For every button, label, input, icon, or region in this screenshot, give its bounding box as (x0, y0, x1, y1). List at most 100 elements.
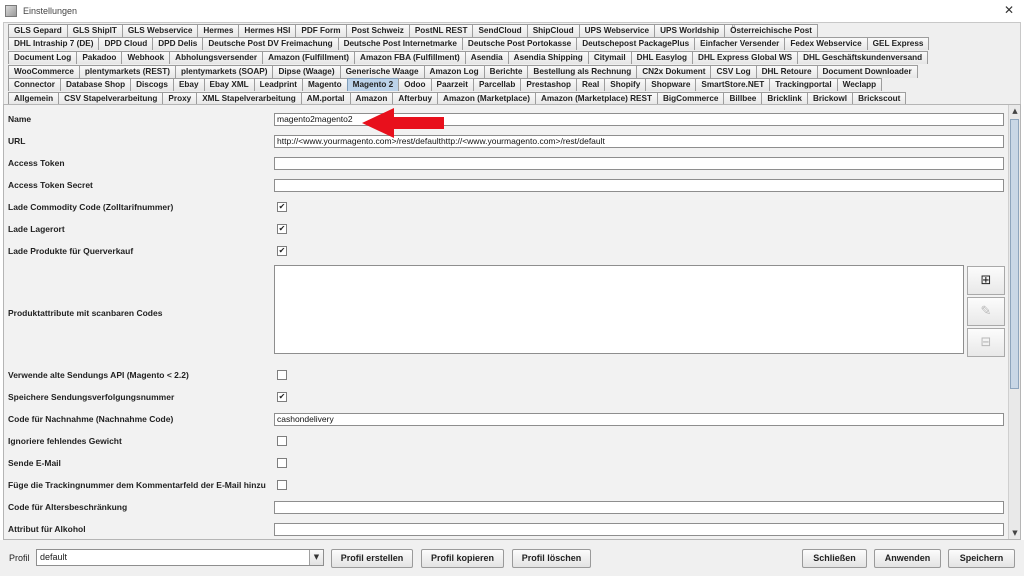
tab-ebay[interactable]: Ebay (172, 78, 205, 91)
tab-hermes-hsi[interactable]: Hermes HSI (238, 24, 297, 37)
ignoriere-gewicht-checkbox[interactable] (277, 436, 287, 446)
tab-asendia[interactable]: Asendia (464, 51, 509, 64)
tab-odoo[interactable]: Odoo (398, 78, 432, 91)
tab-asendia-shipping[interactable]: Asendia Shipping (507, 51, 589, 64)
tab-webhook[interactable]: Webhook (121, 51, 171, 64)
tab-dhl-easylog[interactable]: DHL Easylog (630, 51, 694, 64)
tab-abholungsversender[interactable]: Abholungsversender (169, 51, 264, 64)
tab-document-downloader[interactable]: Document Downloader (816, 65, 918, 78)
tab-weclapp[interactable]: Weclapp (836, 78, 883, 91)
tab-dhl-retoure[interactable]: DHL Retoure (755, 65, 818, 78)
tab-amazon-fba-fulfillment[interactable]: Amazon FBA (Fulfillment) (354, 51, 466, 64)
nachnahme-code-input[interactable]: cashondelivery (274, 413, 1004, 426)
alkohol-input[interactable] (274, 523, 1004, 536)
altersbeschraenkung-label: Code für Altersbeschränkung (8, 502, 128, 512)
tab-gls-shipit[interactable]: GLS ShipIT (66, 24, 123, 37)
tab-prestashop[interactable]: Prestashop (520, 78, 577, 91)
tab-postnl-rest[interactable]: PostNL REST (408, 24, 474, 37)
scroll-down-icon[interactable]: ▼ (1009, 527, 1021, 539)
tab-plentymarkets-soap[interactable]: plentymarkets (SOAP) (175, 65, 274, 78)
tab-dhl-geschäftskundenversand[interactable]: DHL Geschäftskundenversand (797, 51, 929, 64)
tab-amazon-log[interactable]: Amazon Log (423, 65, 485, 78)
tab-cn2x-dokument[interactable]: CN2x Dokument (636, 65, 712, 78)
tab-shopware[interactable]: Shopware (645, 78, 697, 91)
tab-csv-log[interactable]: CSV Log (710, 65, 757, 78)
trackingnummer-kommentar-checkbox[interactable] (277, 480, 287, 490)
alte-api-label: Verwende alte Sendungs API (Magento < 2.… (8, 370, 189, 380)
profil-select[interactable]: default ▼ (36, 549, 324, 566)
tab-gls-gepard[interactable]: GLS Gepard (8, 24, 68, 37)
scroll-thumb[interactable] (1010, 119, 1019, 389)
profil-kopieren-button[interactable]: Profil kopieren (421, 549, 504, 568)
remove-attribute-button[interactable]: ⊟ (967, 328, 1005, 357)
tab-leadprint[interactable]: Leadprint (253, 78, 303, 91)
tab-magento-2[interactable]: Magento 2 (346, 78, 400, 91)
tab-dhl-express-global-ws[interactable]: DHL Express Global WS (692, 51, 799, 64)
tab-pdf-form[interactable]: PDF Form (295, 24, 347, 37)
tab-generische-waage[interactable]: Generische Waage (339, 65, 425, 78)
tab-amazon-fulfillment[interactable]: Amazon (Fulfillment) (262, 51, 356, 64)
tab-deutsche-post-dv-freimachung[interactable]: Deutsche Post DV Freimachung (202, 37, 339, 50)
speichere-sendung-label: Speichere Sendungsverfolgungsnummer (8, 392, 175, 402)
tab-deutsche-post-portokasse[interactable]: Deutsche Post Portokasse (461, 37, 578, 50)
tab-sendcloud[interactable]: SendCloud (472, 24, 528, 37)
scroll-up-icon[interactable]: ▲ (1009, 105, 1021, 117)
lade-lagerort-checkbox[interactable]: ✔ (277, 224, 287, 234)
sende-email-checkbox[interactable] (277, 458, 287, 468)
lade-commodity-checkbox[interactable]: ✔ (277, 202, 287, 212)
tab-document-log[interactable]: Document Log (8, 51, 78, 64)
profil-loeschen-button[interactable]: Profil löschen (512, 549, 591, 568)
sende-email-label: Sende E-Mail (8, 458, 61, 468)
schliessen-button[interactable]: Schließen (802, 549, 867, 568)
tab-dpd-delis[interactable]: DPD Delis (152, 37, 204, 50)
access-token-label: Access Token (8, 158, 65, 168)
tab-pakadoo[interactable]: Pakadoo (76, 51, 123, 64)
tab-dhl-intraship-7-de[interactable]: DHL Intraship 7 (DE) (8, 37, 100, 50)
tab-smartstore-net[interactable]: SmartStore.NET (695, 78, 771, 91)
tab-discogs[interactable]: Discogs (130, 78, 174, 91)
produktattribute-list[interactable] (274, 265, 964, 354)
tab-woocommerce[interactable]: WooCommerce (8, 65, 80, 78)
tab-österreichische-post[interactable]: Österreichische Post (724, 24, 819, 37)
tab-connector[interactable]: Connector (8, 78, 61, 91)
tab-magento[interactable]: Magento (301, 78, 348, 91)
tab-real[interactable]: Real (575, 78, 606, 91)
tab-einfacher-versender[interactable]: Einfacher Versender (694, 37, 786, 50)
tab-database-shop[interactable]: Database Shop (59, 78, 132, 91)
tab-ebay-xml[interactable]: Ebay XML (203, 78, 255, 91)
tab-berichte[interactable]: Berichte (483, 65, 529, 78)
tab-ups-worldship[interactable]: UPS Worldship (654, 24, 726, 37)
tab-paarzeit[interactable]: Paarzeit (430, 78, 474, 91)
tab-parcellab[interactable]: Parcellab (472, 78, 522, 91)
speichern-button[interactable]: Speichern (948, 549, 1015, 568)
altersbeschraenkung-input[interactable] (274, 501, 1004, 514)
profil-erstellen-button[interactable]: Profil erstellen (331, 549, 413, 568)
tab-ups-webservice[interactable]: UPS Webservice (578, 24, 656, 37)
tab-trackingportal[interactable]: Trackingportal (769, 78, 838, 91)
alte-api-checkbox[interactable] (277, 370, 287, 380)
edit-attribute-button[interactable]: ✎ (967, 297, 1005, 326)
lade-produkte-checkbox[interactable]: ✔ (277, 246, 287, 256)
tab-shopify[interactable]: Shopify (604, 78, 647, 91)
access-token-secret-input[interactable] (274, 179, 1004, 192)
tab-gel-express[interactable]: GEL Express (866, 37, 930, 50)
tab-deutschepost-packageplus[interactable]: Deutschepost PackagePlus (576, 37, 696, 50)
chevron-down-icon[interactable]: ▼ (309, 550, 323, 565)
speichere-sendung-checkbox[interactable]: ✔ (277, 392, 287, 402)
tab-dpd-cloud[interactable]: DPD Cloud (98, 37, 154, 50)
vertical-scrollbar[interactable]: ▲ ▼ (1008, 105, 1020, 539)
access-token-input[interactable] (274, 157, 1004, 170)
tab-shipcloud[interactable]: ShipCloud (526, 24, 580, 37)
tab-deutsche-post-internetmarke[interactable]: Deutsche Post Internetmarke (337, 37, 463, 50)
tab-dipse-waage[interactable]: Dipse (Waage) (272, 65, 341, 78)
tab-fedex-webservice[interactable]: Fedex Webservice (784, 37, 868, 50)
tab-plentymarkets-rest[interactable]: plentymarkets (REST) (78, 65, 176, 78)
tab-hermes[interactable]: Hermes (197, 24, 240, 37)
tab-citymail[interactable]: Citymail (587, 51, 632, 64)
tab-bestellung-als-rechnung[interactable]: Bestellung als Rechnung (527, 65, 638, 78)
close-icon[interactable]: ✕ (1004, 3, 1014, 17)
anwenden-button[interactable]: Anwenden (874, 549, 941, 568)
tab-gls-webservice[interactable]: GLS Webservice (121, 24, 199, 37)
add-attribute-button[interactable]: ⊞ (967, 266, 1005, 295)
tab-post-schweiz[interactable]: Post Schweiz (345, 24, 410, 37)
